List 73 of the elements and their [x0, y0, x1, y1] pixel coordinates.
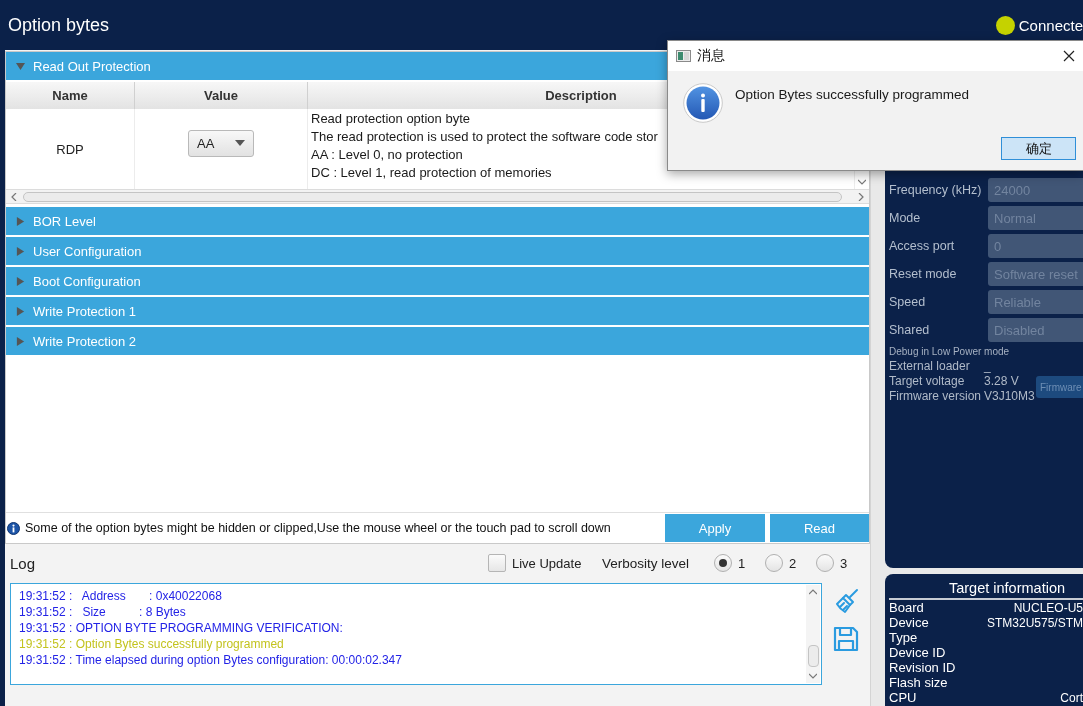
- chevron-left-icon[interactable]: [10, 192, 18, 201]
- section-header[interactable]: Boot Configuration: [6, 267, 869, 295]
- description-line: Read protection option byte: [311, 110, 470, 128]
- info-value: Cort: [1060, 690, 1083, 705]
- setting-label: Speed: [889, 295, 927, 309]
- radio-button[interactable]: [816, 554, 834, 572]
- checkbox[interactable]: [488, 554, 506, 572]
- chevron-down-icon[interactable]: [809, 672, 817, 680]
- log-line: 19:31:52 : OPTION BYTE PROGRAMMING VERIFICATION:: [19, 620, 344, 636]
- radio-label: 1: [738, 555, 746, 571]
- chevron-down-icon[interactable]: [858, 178, 866, 186]
- ok-button[interactable]: 确定: [1001, 137, 1076, 160]
- vertical-scrollbar[interactable]: [806, 585, 820, 683]
- description-line: AA : Level 0, no protection: [311, 146, 463, 164]
- column-header: Name: [6, 82, 135, 109]
- column-header: Value: [135, 82, 308, 109]
- log-line: 19:31:52 : Address : 0x40022068: [19, 588, 223, 604]
- log-title: Log: [10, 554, 37, 572]
- info-reading: V3J10M3: [984, 388, 1035, 403]
- save-icon[interactable]: [833, 626, 859, 652]
- description-line: The read protection is used to protect the software code stor: [311, 128, 658, 146]
- action-button[interactable]: Apply: [665, 514, 765, 542]
- connection-status: Connecte: [1018, 16, 1083, 34]
- close-icon[interactable]: [1063, 50, 1075, 62]
- info-reading: 3.28 V: [984, 373, 1019, 388]
- info-label: Revision ID: [889, 660, 956, 675]
- notice-text: Some of the option bytes might be hidden or clipped,Use the mouse wheel or the touch pad to scroll down: [25, 521, 612, 535]
- log-line: 19:31:52 : Option Bytes successfully programmed: [19, 636, 285, 652]
- description-line: DC : Level 1, read protection of memories: [311, 164, 552, 182]
- setting-label: Shared: [889, 323, 931, 337]
- section-header[interactable]: Write Protection 1: [6, 297, 869, 325]
- info-label: Flash size: [889, 675, 948, 690]
- info-value: STM32U575/STM: [986, 615, 1083, 630]
- info-label: External loader: [889, 358, 971, 373]
- verbosity-label: Verbosity level: [602, 555, 690, 571]
- caret-icon: [235, 140, 245, 146]
- setting-label: Frequency (kHz): [889, 183, 983, 197]
- radio-label: 3: [840, 555, 848, 571]
- setting-label: Access port: [889, 239, 956, 253]
- info-label: Target voltage: [889, 373, 966, 388]
- horizontal-scrollbar[interactable]: [6, 189, 869, 204]
- scrollbar-thumb[interactable]: [807, 645, 819, 667]
- radio-label: 2: [789, 555, 797, 571]
- page-title: Option bytes: [8, 14, 110, 36]
- info-label: Device: [889, 615, 929, 630]
- broom-icon[interactable]: [835, 588, 859, 614]
- info-label: CPU: [889, 690, 917, 705]
- dropdown[interactable]: AA: [188, 129, 254, 157]
- debug-note: Debug in Low Power mode: [889, 346, 1011, 358]
- info-icon: [683, 83, 723, 123]
- setting-label: Mode: [889, 211, 922, 225]
- info-label: Board: [889, 600, 924, 615]
- info-label: Firmware version: [889, 388, 982, 403]
- info-label: Type: [889, 630, 918, 645]
- window-icon: [676, 50, 691, 62]
- log-line: 19:31:52 : Time elapsed during option Bytes configuration: 00:00:02.347: [19, 652, 403, 668]
- log-line: 19:31:52 : Size : 8 Bytes: [19, 604, 187, 620]
- checkbox-label: Live Update: [512, 555, 582, 571]
- chevron-right-icon[interactable]: [857, 192, 865, 201]
- radio-button[interactable]: [714, 554, 732, 572]
- action-button[interactable]: Read: [770, 514, 869, 542]
- info-label: Device ID: [889, 645, 946, 660]
- setting-label: Reset mode: [889, 267, 958, 281]
- section-header[interactable]: BOR Level: [6, 207, 869, 235]
- chevron-up-icon[interactable]: [809, 588, 817, 596]
- info-value: NUCLEO-U5: [1013, 600, 1083, 615]
- scrollbar-thumb[interactable]: [23, 191, 842, 202]
- panel-title: Target information: [947, 579, 1067, 598]
- table-cell: RDP: [56, 141, 84, 157]
- info-reading: _: [984, 358, 991, 373]
- section-header[interactable]: Write Protection 2: [6, 327, 869, 355]
- radio-button[interactable]: [765, 554, 783, 572]
- section-header[interactable]: User Configuration: [6, 237, 869, 265]
